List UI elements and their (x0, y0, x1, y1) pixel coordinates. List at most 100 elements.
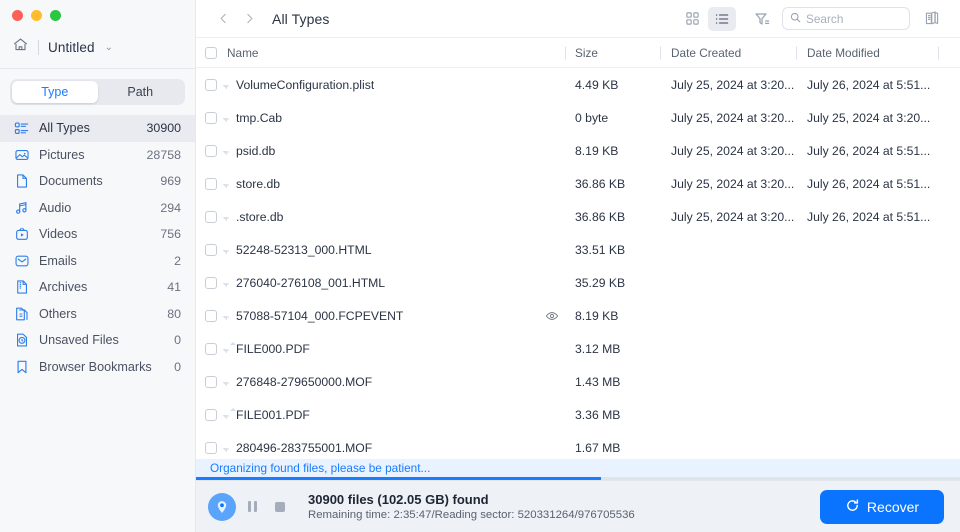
row-checkbox-cell (196, 276, 225, 289)
sidebar-item-label: All Types (39, 121, 90, 136)
eye-icon[interactable] (539, 309, 565, 323)
row-checkbox-cell (196, 441, 225, 454)
file-date-modified: July 26, 2024 at 5:51... (807, 209, 931, 224)
table-row[interactable]: 57088-57104_000.FCPEVENT 8.19 KB (196, 299, 960, 332)
grid-view-icon[interactable] (678, 7, 706, 31)
file-name: 57088-57104_000.FCPEVENT (236, 308, 404, 323)
app-window: Untitled ⌄ Type Path All Types 30900 Pictu… (0, 0, 960, 532)
cell-name: store.db (222, 176, 565, 191)
recover-button[interactable]: Recover (820, 489, 944, 524)
cell-name: FILE001.PDF (222, 408, 565, 422)
cell-date-created: July 25, 2024 at 3:20... (660, 111, 796, 125)
tab-type[interactable]: Type (12, 81, 98, 103)
file-name: tmp.Cab (236, 110, 283, 125)
column-header-size[interactable]: Size (565, 46, 660, 60)
cell-size: 33.51 KB (565, 243, 660, 257)
sidebar-item-all-types[interactable]: All Types 30900 (0, 115, 195, 142)
cell-size: 8.19 KB (565, 309, 660, 323)
table-row[interactable]: 276848-279650000.MOF 1.43 MB (196, 365, 960, 398)
row-checkbox[interactable] (204, 276, 217, 289)
row-checkbox[interactable] (204, 375, 217, 388)
pictures-icon (13, 146, 30, 163)
sidebar-item-label: Documents (39, 174, 103, 189)
cell-size: 4.49 KB (565, 78, 660, 92)
row-checkbox[interactable] (204, 111, 217, 124)
file-list[interactable]: VolumeConfiguration.plist 4.49 KB July 25,… (196, 68, 960, 459)
stop-icon[interactable] (268, 495, 292, 519)
file-date-created: July 25, 2024 at 3:20... (671, 209, 795, 224)
tab-path[interactable]: Path (98, 81, 184, 103)
table-row[interactable]: .store.db 36.86 KB July 25, 2024 at 3:20..… (196, 200, 960, 233)
table-row[interactable]: psid.db 8.19 KB July 25, 2024 at 3:20... Ju… (196, 134, 960, 167)
file-date-modified: July 26, 2024 at 5:51... (807, 176, 931, 191)
sidebar-item-documents[interactable]: Documents 969 (0, 168, 195, 195)
zoom-window-button[interactable] (50, 9, 61, 21)
table-row[interactable]: FILE000.PDF 3.12 MB (196, 332, 960, 365)
sidebar-item-archives[interactable]: Archives 41 (0, 274, 195, 301)
unsaved-files-icon (13, 332, 30, 349)
file-name: store.db (236, 176, 281, 191)
column-header-date-modified[interactable]: Date Modified (796, 46, 938, 60)
table-row[interactable]: store.db 36.86 KB July 25, 2024 at 3:20...… (196, 167, 960, 200)
close-window-button[interactable] (12, 9, 23, 21)
table-row[interactable]: VolumeConfiguration.plist 4.49 KB July 25,… (196, 68, 960, 101)
row-checkbox[interactable] (204, 243, 217, 256)
sidebar-item-emails[interactable]: Emails 2 (0, 248, 195, 275)
minimize-window-button[interactable] (31, 9, 42, 21)
all-types-icon (13, 120, 30, 137)
select-all-checkbox[interactable] (204, 46, 217, 59)
progress-bar-fill (196, 477, 601, 480)
row-checkbox-cell (196, 408, 225, 421)
pause-icon[interactable] (240, 495, 264, 519)
sidebar-item-unsaved-files[interactable]: Unsaved Files 0 (0, 327, 195, 354)
vertical-scrollbar[interactable] (955, 68, 960, 459)
table-row[interactable]: tmp.Cab 0 byte July 25, 2024 at 3:20... Jul… (196, 101, 960, 134)
chevron-down-icon[interactable]: ⌄ (105, 42, 113, 53)
row-checkbox[interactable] (204, 342, 217, 355)
sidebar-item-audio[interactable]: Audio 294 (0, 195, 195, 222)
sidebar-item-pictures[interactable]: Pictures 28758 (0, 142, 195, 169)
row-checkbox[interactable] (204, 210, 217, 223)
column-header-date-created[interactable]: Date Created (660, 46, 796, 60)
cell-name: 280496-283755001.MOF (222, 440, 565, 455)
search-input[interactable] (806, 11, 902, 26)
column-header-name[interactable]: Name (225, 46, 565, 60)
table-row[interactable]: 276040-276108_001.HTML 35.29 KB (196, 266, 960, 299)
filter-icon[interactable] (748, 7, 776, 31)
sidebar-item-browser-bookmarks[interactable]: Browser Bookmarks 0 (0, 354, 195, 381)
sidebar-item-videos[interactable]: Videos 756 (0, 221, 195, 248)
list-view-icon[interactable] (708, 6, 736, 31)
row-checkbox[interactable] (204, 78, 217, 91)
chevron-left-icon[interactable] (210, 6, 236, 32)
row-checkbox[interactable] (204, 144, 217, 157)
home-icon[interactable] (12, 36, 29, 58)
sidebar-item-count: 2 (174, 253, 181, 268)
file-size: 1.43 MB (575, 374, 621, 389)
file-name: 280496-283755001.MOF (236, 440, 373, 455)
cell-date-modified: July 26, 2024 at 5:51... (796, 78, 938, 92)
table-row[interactable]: 52248-52313_000.HTML 33.51 KB (196, 233, 960, 266)
guide-book-icon[interactable] (918, 7, 946, 31)
sidebar-item-others[interactable]: Others 80 (0, 301, 195, 328)
videos-icon (13, 226, 30, 243)
session-header: Untitled ⌄ (0, 30, 195, 64)
table-row[interactable]: 280496-283755001.MOF 1.67 MB (196, 431, 960, 459)
chevron-right-icon[interactable] (236, 6, 262, 32)
file-name: FILE000.PDF (236, 341, 310, 356)
file-size: 33.51 KB (575, 242, 626, 257)
cell-date-modified: July 26, 2024 at 5:51... (796, 210, 938, 224)
row-checkbox[interactable] (204, 441, 217, 454)
table-header: Name Size Date Created Date Modified (196, 38, 960, 68)
row-checkbox[interactable] (204, 408, 217, 421)
row-checkbox[interactable] (204, 177, 217, 190)
row-checkbox-cell (196, 309, 225, 322)
files-found-text: 30900 files (102.05 GB) found (308, 492, 489, 507)
file-size: 3.12 MB (575, 341, 621, 356)
row-checkbox-cell (196, 375, 225, 388)
row-checkbox[interactable] (204, 309, 217, 322)
table-row[interactable]: FILE001.PDF 3.36 MB (196, 398, 960, 431)
file-date-created: July 25, 2024 at 3:20... (671, 77, 795, 92)
search-input-wrapper[interactable] (782, 7, 910, 30)
file-name: 52248-52313_000.HTML (236, 242, 372, 257)
file-date-created: July 25, 2024 at 3:20... (671, 110, 795, 125)
